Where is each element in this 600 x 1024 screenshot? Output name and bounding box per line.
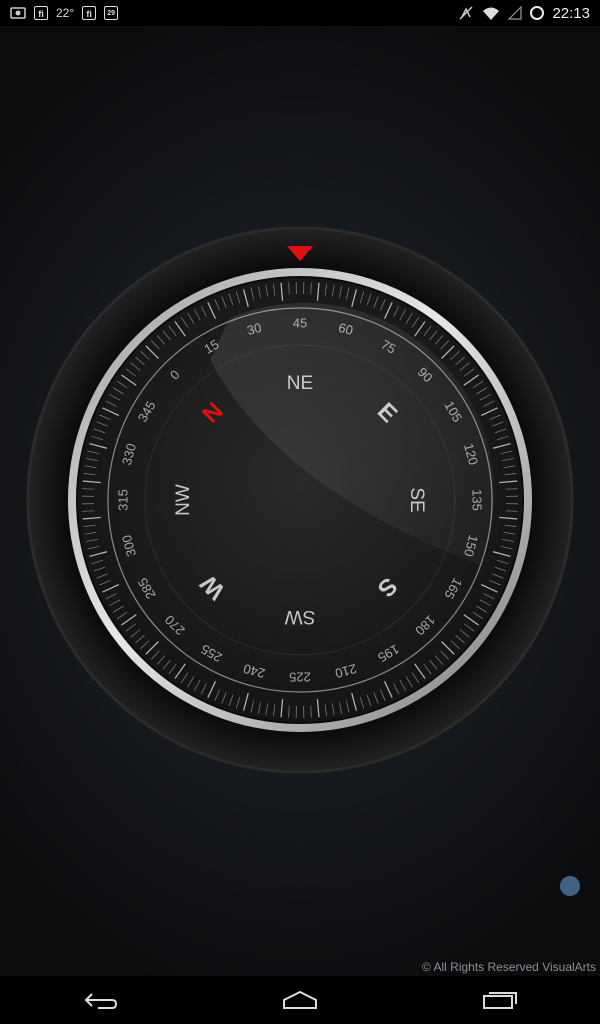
degree-label: 315	[115, 489, 130, 511]
indicator-dot[interactable]	[560, 876, 580, 896]
cardinal-label-nw: NW	[173, 484, 194, 516]
back-icon	[84, 993, 118, 1009]
home-button[interactable]	[270, 980, 330, 1020]
nav-bar	[0, 976, 600, 1024]
degree-label: 225	[289, 670, 311, 685]
recent-apps-button[interactable]	[470, 980, 530, 1020]
compass-dial: 0153045607590105120135150165180195210225…	[26, 226, 574, 774]
cardinal-label-sw: SW	[285, 606, 316, 627]
recent-apps-icon	[483, 992, 517, 1009]
back-button[interactable]	[70, 980, 130, 1020]
home-icon	[283, 990, 317, 1009]
copyright-text: © All Rights Reserved VisualArts	[421, 960, 596, 974]
